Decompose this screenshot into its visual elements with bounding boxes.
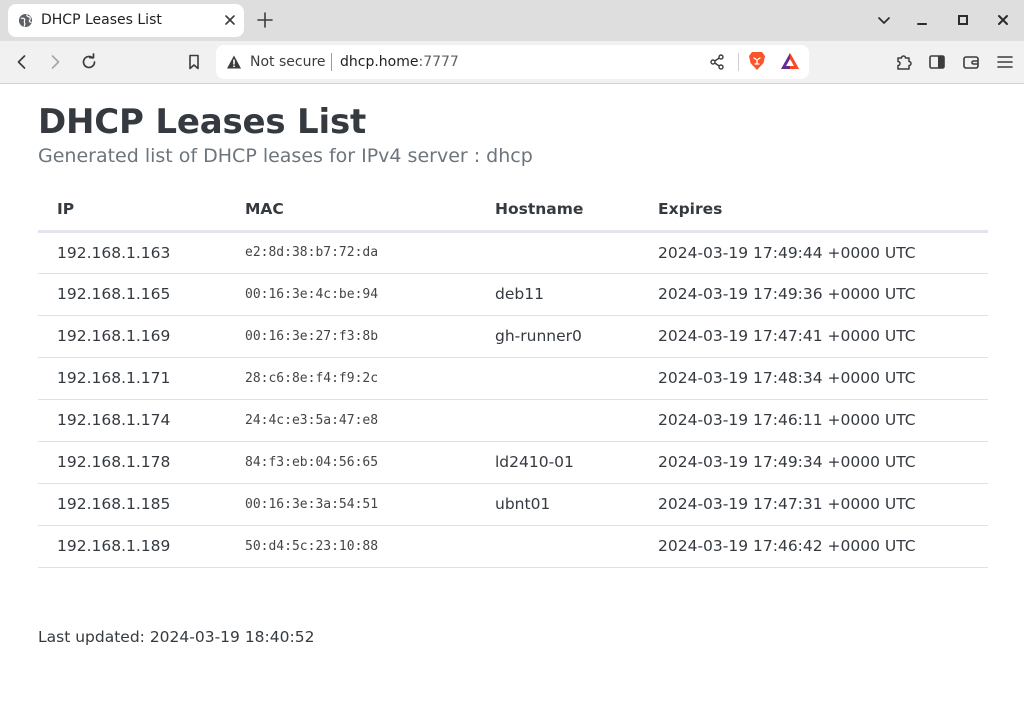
cell-hostname: ubnt01 — [476, 483, 639, 526]
column-header-hostname: Hostname — [476, 189, 639, 233]
cell-hostname: deb11 — [476, 273, 639, 316]
cell-mac: 00:16:3e:4c:be:94 — [238, 273, 476, 316]
cell-hostname — [476, 231, 639, 274]
globe-icon — [18, 13, 33, 28]
cell-ip: 192.168.1.169 — [38, 315, 238, 358]
cell-hostname — [476, 399, 639, 442]
cell-ip: 192.168.1.163 — [38, 231, 238, 274]
column-header-expires: Expires — [639, 189, 988, 233]
page-content: DHCP Leases List Generated list of DHCP … — [0, 85, 1024, 708]
cell-mac: 28:c6:8e:f4:f9:2c — [238, 357, 476, 400]
cell-mac: 24:4c:e3:5a:47:e8 — [238, 399, 476, 442]
cell-mac: e2:8d:38:b7:72:da — [238, 231, 476, 274]
cell-ip: 192.168.1.189 — [38, 525, 238, 568]
table-row: 192.168.1.174 24:4c:e3:5a:47:e8 2024-03-… — [38, 399, 988, 442]
cell-hostname — [476, 357, 639, 400]
brave-lion-icon[interactable] — [748, 51, 766, 71]
tab-close-icon[interactable] — [222, 12, 238, 28]
menu-icon[interactable] — [996, 53, 1014, 71]
url-host: dhcp.home — [340, 54, 419, 70]
table-row: 192.168.1.163 e2:8d:38:b7:72:da 2024-03-… — [38, 231, 988, 274]
cell-hostname: ld2410-01 — [476, 441, 639, 484]
cell-mac: 00:16:3e:3a:54:51 — [238, 483, 476, 526]
maximize-icon[interactable] — [955, 12, 971, 28]
cell-ip: 192.168.1.174 — [38, 399, 238, 442]
last-updated-text: Last updated: 2024-03-19 18:40:52 — [38, 628, 315, 646]
cell-expires: 2024-03-19 17:46:42 +0000 UTC — [639, 525, 988, 568]
address-icons-separator — [738, 53, 739, 71]
table-row: 192.168.1.189 50:d4:5c:23:10:88 2024-03-… — [38, 525, 988, 568]
minimize-icon[interactable] — [914, 12, 930, 28]
cell-expires: 2024-03-19 17:49:36 +0000 UTC — [639, 273, 988, 316]
cell-ip: 192.168.1.165 — [38, 273, 238, 316]
cell-mac: 84:f3:eb:04:56:65 — [238, 441, 476, 484]
cell-ip: 192.168.1.185 — [38, 483, 238, 526]
window-close-icon[interactable] — [995, 12, 1011, 28]
forward-arrow-icon[interactable] — [46, 53, 64, 71]
table-row: 192.168.1.165 00:16:3e:4c:be:94 deb11 20… — [38, 273, 988, 316]
table-header-row: IP MAC Hostname Expires — [38, 189, 988, 233]
cell-hostname: gh-runner0 — [476, 315, 639, 358]
tab-title: DHCP Leases List — [41, 12, 162, 28]
warning-triangle-icon[interactable] — [226, 54, 242, 70]
page-subtitle: Generated list of DHCP leases for IPv4 s… — [38, 145, 533, 167]
column-header-ip: IP — [38, 189, 238, 233]
back-arrow-icon[interactable] — [13, 53, 31, 71]
cell-hostname — [476, 525, 639, 568]
column-header-mac: MAC — [238, 189, 476, 233]
new-tab-plus-icon[interactable] — [256, 11, 274, 29]
chevron-down-icon[interactable] — [876, 12, 892, 28]
url-text[interactable]: dhcp.home:7777 — [340, 54, 459, 70]
share-icon[interactable] — [709, 54, 725, 70]
table-row: 192.168.1.178 84:f3:eb:04:56:65 ld2410-0… — [38, 441, 988, 484]
browser-tab[interactable]: DHCP Leases List — [8, 4, 244, 37]
cell-expires: 2024-03-19 17:46:11 +0000 UTC — [639, 399, 988, 442]
table-row: 192.168.1.171 28:c6:8e:f4:f9:2c 2024-03-… — [38, 357, 988, 400]
security-status-label[interactable]: Not secure — [250, 54, 326, 70]
bookmark-icon[interactable] — [185, 53, 203, 71]
address-bar[interactable]: Not secure dhcp.home:7777 — [216, 45, 809, 79]
brave-rewards-icon[interactable] — [780, 52, 800, 70]
cell-mac: 50:d4:5c:23:10:88 — [238, 525, 476, 568]
cell-expires: 2024-03-19 17:48:34 +0000 UTC — [639, 357, 988, 400]
sidebar-icon[interactable] — [928, 53, 946, 71]
extensions-puzzle-icon[interactable] — [895, 53, 913, 71]
page-title: DHCP Leases List — [38, 102, 367, 142]
cell-ip: 192.168.1.171 — [38, 357, 238, 400]
cell-expires: 2024-03-19 17:49:44 +0000 UTC — [639, 231, 988, 274]
cell-ip: 192.168.1.178 — [38, 441, 238, 484]
reload-icon[interactable] — [80, 53, 98, 71]
cell-expires: 2024-03-19 17:47:41 +0000 UTC — [639, 315, 988, 358]
cell-expires: 2024-03-19 17:49:34 +0000 UTC — [639, 441, 988, 484]
leases-table: IP MAC Hostname Expires 192.168.1.163 e2… — [38, 189, 988, 568]
url-port: :7777 — [418, 54, 459, 70]
table-row: 192.168.1.185 00:16:3e:3a:54:51 ubnt01 2… — [38, 483, 988, 526]
browser-toolbar: Not secure dhcp.home:7777 — [0, 41, 1024, 84]
wallet-icon[interactable] — [962, 53, 980, 71]
table-row: 192.168.1.169 00:16:3e:27:f3:8b gh-runne… — [38, 315, 988, 358]
cell-mac: 00:16:3e:27:f3:8b — [238, 315, 476, 358]
cell-expires: 2024-03-19 17:47:31 +0000 UTC — [639, 483, 988, 526]
address-separator — [331, 53, 332, 71]
tab-strip: DHCP Leases List — [0, 0, 1024, 41]
